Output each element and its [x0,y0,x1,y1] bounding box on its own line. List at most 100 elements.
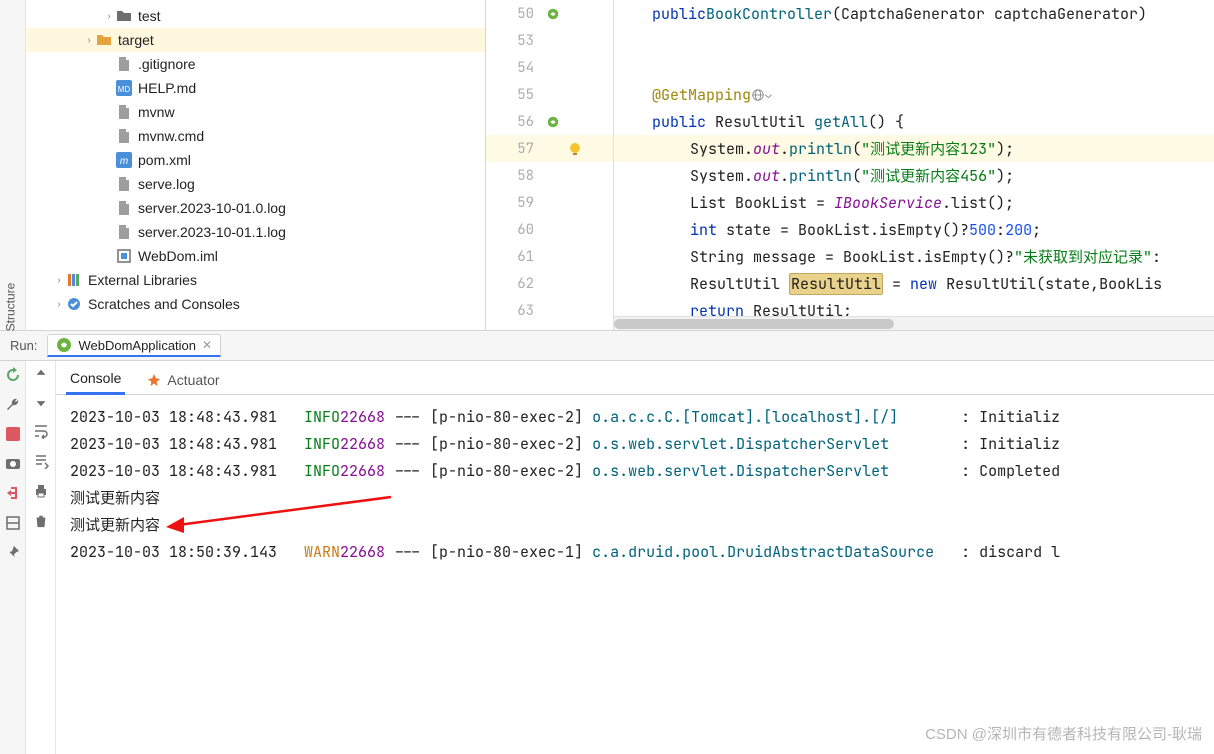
log-line[interactable]: 2023-10-03 18:48:43.981 INFO 22668 --- [… [70,457,1214,484]
tree-item-label: test [138,8,161,24]
file-icon [116,128,132,144]
log-line[interactable]: 测试更新内容 [70,484,1214,511]
exit-icon[interactable] [5,485,21,501]
tree-item[interactable]: › External Libraries [26,268,485,292]
code-line[interactable]: List BookList = IBookService.list(); [614,189,1014,216]
scroll-end-icon[interactable] [33,453,49,469]
layout-icon[interactable] [5,515,21,531]
tree-item[interactable]: mvnw [26,100,485,124]
tab-console[interactable]: Console [66,364,125,395]
line-number[interactable]: 54 [486,59,542,77]
globe-icon[interactable] [751,88,765,102]
log-line[interactable]: 测试更新内容 [70,511,1214,538]
scroll-thumb[interactable] [614,319,894,329]
line-number[interactable]: 62 [486,275,542,293]
log-line[interactable]: 2023-10-03 18:48:43.981 INFO 22668 --- [… [70,430,1214,457]
log-line[interactable]: 2023-10-03 18:50:39.143 WARN 22668 --- [… [70,538,1214,565]
svg-text:m: m [120,156,128,167]
run-config-tab[interactable]: WebDomApplication ✕ [47,334,221,357]
line-number[interactable]: 57 [486,140,542,158]
line-number[interactable]: 58 [486,167,542,185]
md-icon: MD [116,80,132,96]
console-output[interactable]: 2023-10-03 18:48:43.981 INFO 22668 --- [… [56,395,1214,754]
down-icon[interactable] [34,395,48,409]
tree-item[interactable]: › test [26,4,485,28]
run-label: Run: [10,338,37,353]
camera-icon[interactable] [5,455,21,471]
line-number[interactable]: 60 [486,221,542,239]
line-number[interactable]: 56 [486,113,542,131]
tree-item[interactable]: m pom.xml [26,148,485,172]
code-line[interactable]: @GetMapping ⌄ [614,81,772,108]
bulb-icon[interactable] [567,141,583,157]
stop-button[interactable] [6,427,20,441]
tree-item[interactable]: serve.log [26,172,485,196]
console-tabs: Console Actuator [56,361,1214,395]
actuator-icon [147,373,161,387]
tree-item[interactable]: › target [26,28,485,52]
code-line[interactable]: String message = BookList.isEmpty()?"未获取… [614,243,1161,270]
scr-icon [66,296,82,312]
tree-item-label: External Libraries [88,272,197,288]
editor-gutter[interactable]: 50 53 54 55 56 57 58 59 60 61 62 63 [486,0,614,330]
tree-item-label: pom.xml [138,152,191,168]
tab-actuator-label: Actuator [167,372,219,388]
tree-item[interactable]: MDHELP.md [26,76,485,100]
code-line[interactable]: public ResultUtil getAll() { [614,108,904,135]
line-number[interactable]: 50 [486,5,542,23]
line-number[interactable]: 63 [486,302,542,320]
tree-item-label: server.2023-10-01.0.log [138,200,286,216]
tab-actuator[interactable]: Actuator [143,366,223,394]
lib-icon [66,272,82,288]
folder-icon [116,8,132,24]
file-icon [116,200,132,216]
line-number[interactable]: 59 [486,194,542,212]
code-line[interactable]: System.out.println("测试更新内容456"); [614,162,1014,189]
editor-code-area[interactable]: public BookController(CaptchaGenerator c… [614,0,1214,330]
tree-item[interactable]: mvnw.cmd [26,124,485,148]
up-icon[interactable] [34,367,48,381]
file-icon [116,176,132,192]
log-line[interactable]: 2023-10-03 18:48:43.981 INFO 22668 --- [… [70,403,1214,430]
chevron-icon[interactable]: › [52,299,66,310]
project-tree[interactable]: ›test›target.gitignoreMDHELP.mdmvnwmvnw.… [0,0,486,330]
chevron-icon[interactable]: › [102,11,116,22]
tree-item[interactable]: › Scratches and Consoles [26,292,485,316]
code-line[interactable]: ResultUtil ResultUtil = new ResultUtil(s… [614,270,1162,297]
pom-icon: m [116,152,132,168]
wrench-icon[interactable] [5,397,21,413]
tree-item[interactable]: server.2023-10-01.1.log [26,220,485,244]
code-line[interactable]: public BookController(CaptchaGenerator c… [614,0,1147,27]
run-toolbar: Run: WebDomApplication ✕ [0,330,1214,360]
folder-open-icon [96,32,112,48]
trash-icon[interactable] [34,513,48,529]
iml-icon [116,248,132,264]
tree-item-label: mvnw [138,104,175,120]
tree-item-label: target [118,32,154,48]
line-number[interactable]: 55 [486,86,542,104]
chevron-icon[interactable]: › [52,275,66,286]
code-editor[interactable]: 50 53 54 55 56 57 58 59 60 61 62 63 public BookCont… [486,0,1214,330]
editor-h-scroll[interactable] [614,316,1214,330]
tree-item-label: Scratches and Consoles [88,296,240,312]
line-number[interactable]: 61 [486,248,542,266]
line-number[interactable]: 53 [486,32,542,50]
tree-item-label: WebDom.iml [138,248,218,264]
rerun-icon[interactable] [5,367,21,383]
spring-icon [56,337,72,353]
tree-item[interactable]: server.2023-10-01.0.log [26,196,485,220]
code-line[interactable]: int state = BookList.isEmpty()?500:200; [614,216,1041,243]
tree-item[interactable]: WebDom.iml [26,244,485,268]
pin-icon[interactable] [6,545,20,559]
svg-text:MD: MD [118,85,131,94]
chevron-icon[interactable]: › [82,35,96,46]
tree-item[interactable]: .gitignore [26,52,485,76]
code-line[interactable]: System.out.println("测试更新内容123"); [614,135,1014,162]
tree-item-label: server.2023-10-01.1.log [138,224,286,240]
print-icon[interactable] [33,483,49,499]
spring-gutter-icon[interactable] [546,115,560,129]
spring-gutter-icon[interactable] [546,7,560,21]
wrap-icon[interactable] [33,423,49,439]
close-icon[interactable]: ✕ [202,338,212,352]
console-actions-rail [26,361,56,754]
